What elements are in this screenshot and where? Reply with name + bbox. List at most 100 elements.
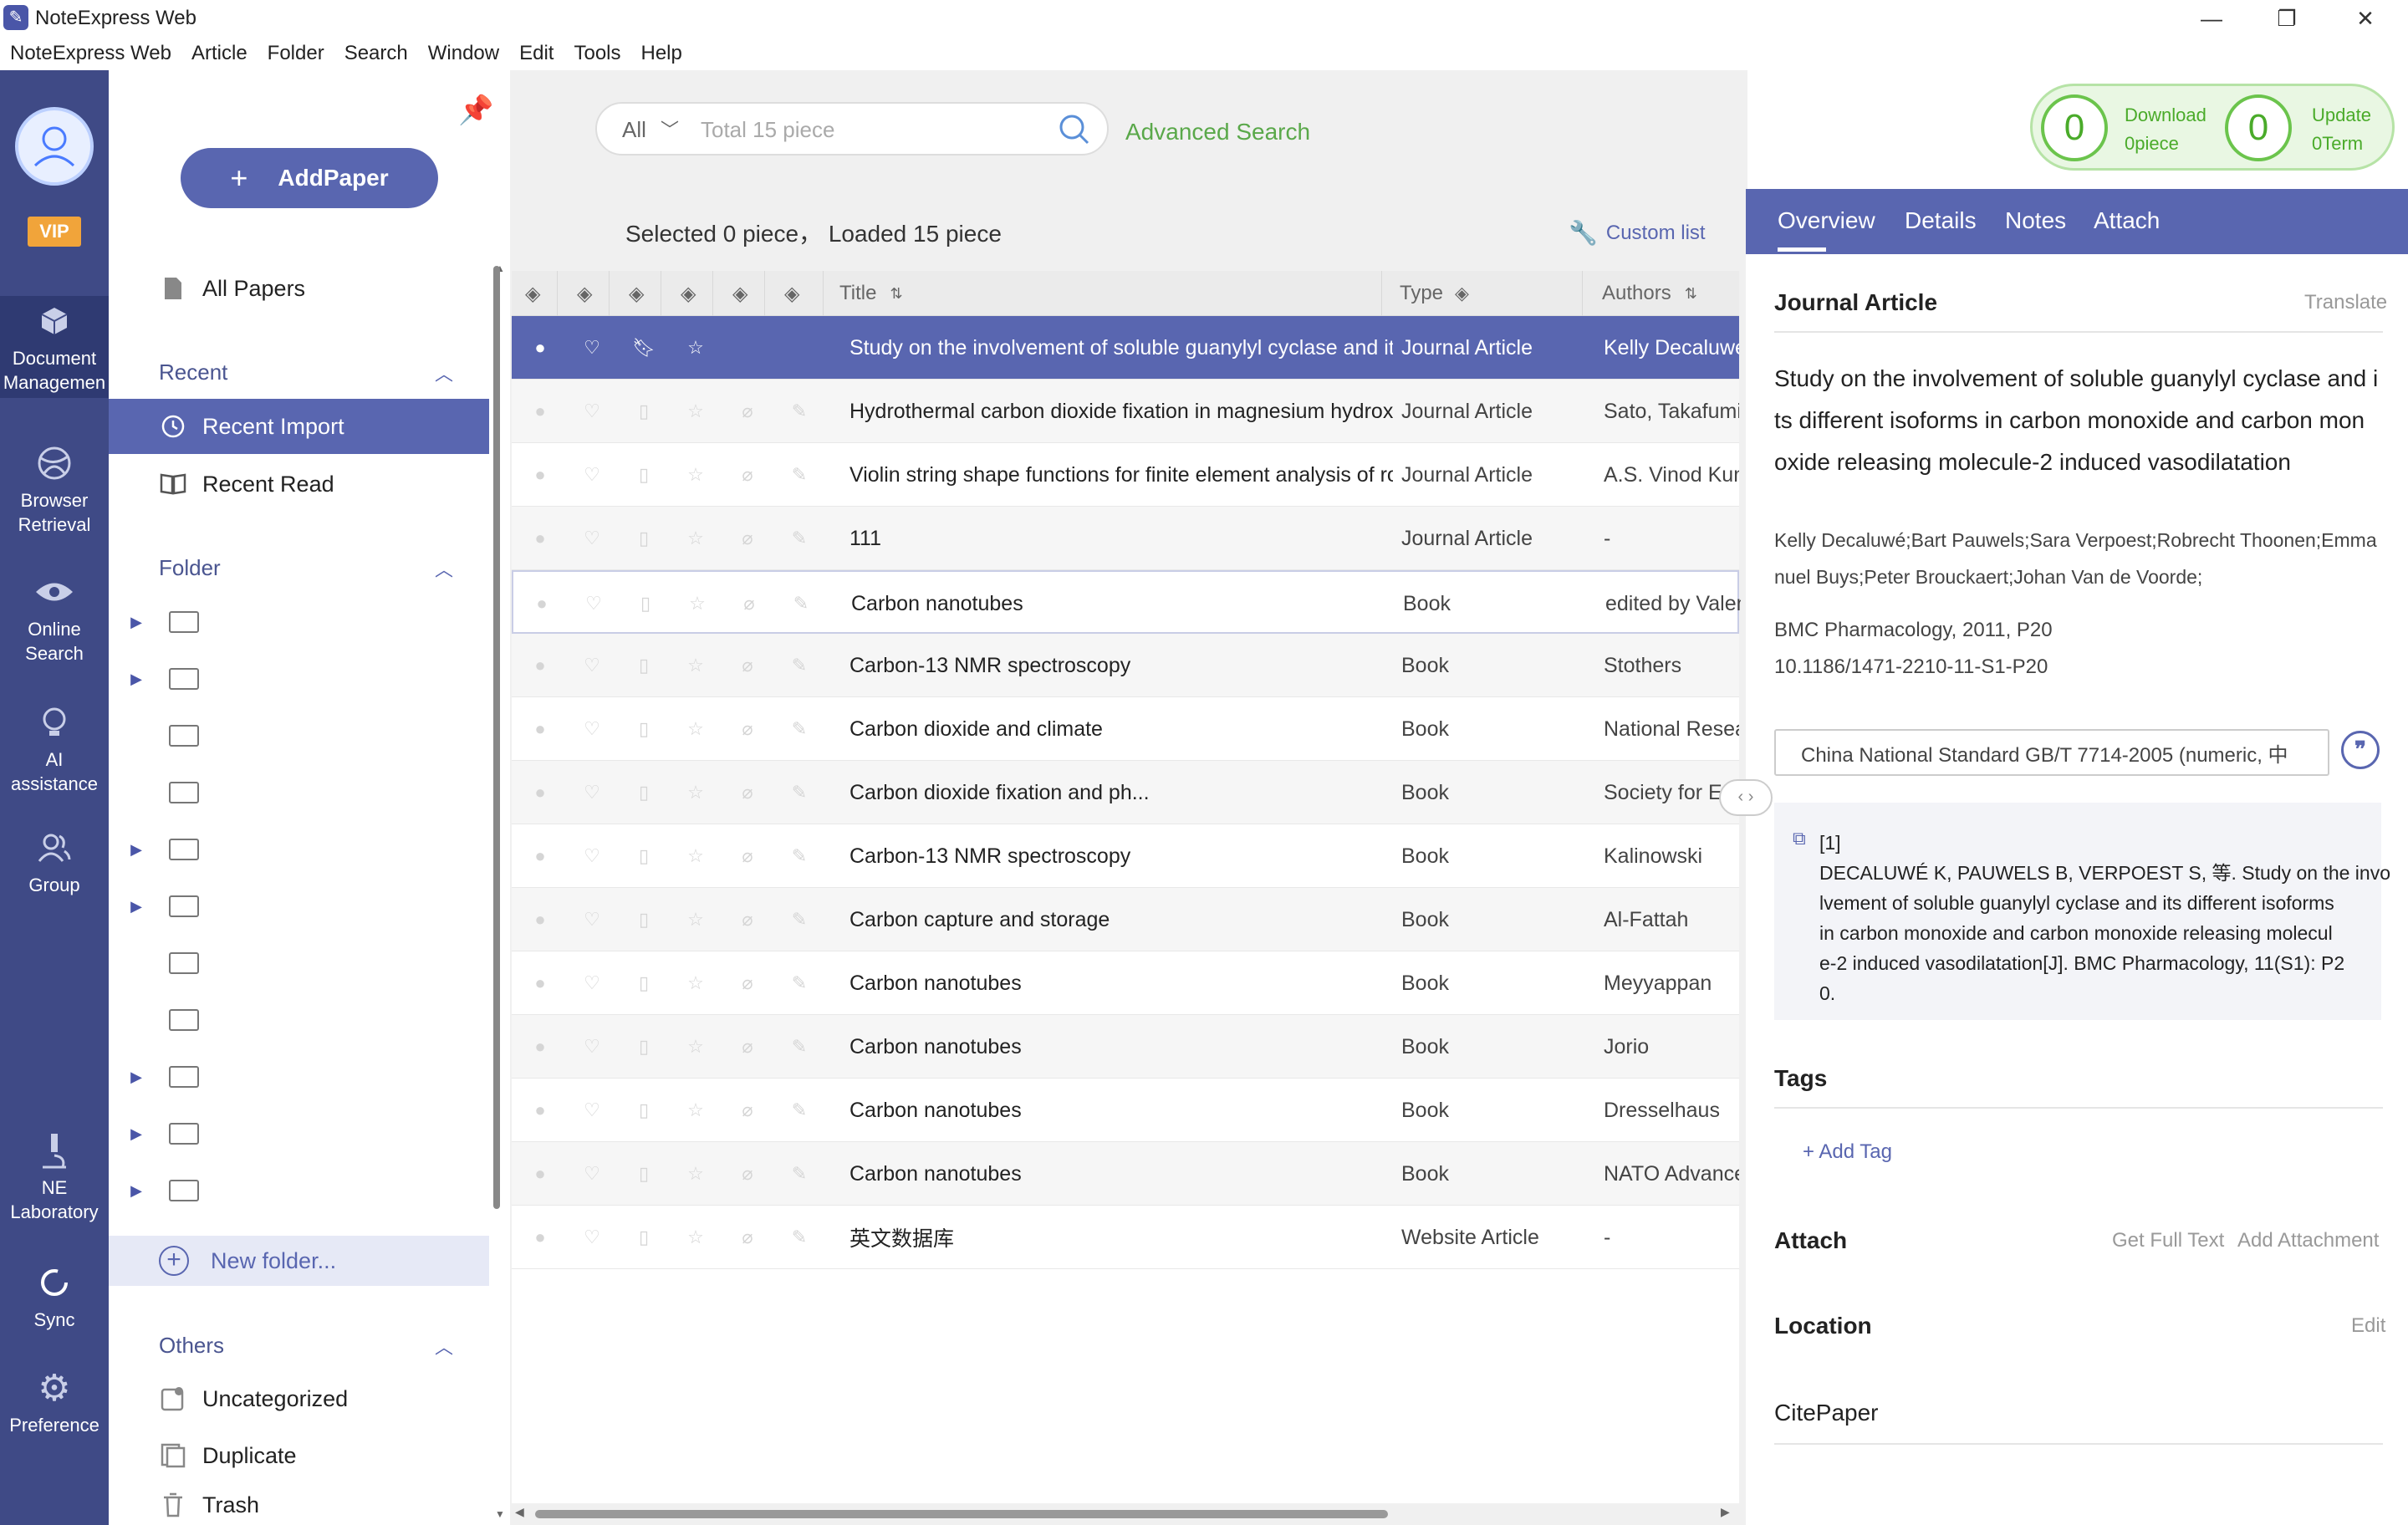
radio-icon[interactable]: ● <box>530 1036 550 1057</box>
expand-arrow-icon[interactable]: ▶ <box>124 1069 149 1086</box>
chevron-up-icon[interactable]: ︿ <box>435 360 453 386</box>
menu-search[interactable]: Search <box>344 42 408 65</box>
table-row[interactable]: ● ♡ 🔖︎ ☆ Study on the involvement of sol… <box>512 316 1739 380</box>
attachment-icon[interactable]: ⌀ <box>737 400 758 421</box>
attachment-icon[interactable]: ⌀ <box>737 1099 758 1120</box>
pencil-icon[interactable]: ✎ <box>789 1099 809 1120</box>
heart-icon[interactable]: ♡ <box>582 972 602 993</box>
stack-icon[interactable]: ◈ <box>681 271 696 316</box>
star-icon[interactable]: ☆ <box>687 593 707 614</box>
stack-icon[interactable]: ◈ <box>629 271 644 316</box>
heart-icon[interactable]: ♡ <box>582 655 602 676</box>
pencil-icon[interactable]: ✎ <box>789 464 809 485</box>
sort-icon[interactable]: ⇅ <box>890 285 902 303</box>
sidebar-item-recent-import[interactable]: Recent Import <box>109 399 489 454</box>
pencil-icon[interactable]: ✎ <box>789 1227 809 1247</box>
custom-list-button[interactable]: 🔧 Custom list <box>1569 219 1706 247</box>
table-row[interactable]: ● ♡ ▯ ☆ ⌀ ✎ Carbon nanotubes Book Jorio <box>512 1015 1739 1079</box>
stack-icon[interactable]: ◈ <box>1455 283 1469 304</box>
authors-column-header[interactable]: Authors ⇅ <box>1602 271 1697 316</box>
attachment-icon[interactable]: ⌀ <box>737 528 758 548</box>
star-icon[interactable]: ☆ <box>686 1163 706 1184</box>
bookmark-icon[interactable]: 🔖︎ <box>632 337 656 358</box>
bookmark-icon[interactable]: ▯ <box>634 845 654 866</box>
citation-style-select[interactable]: China National Standard GB/T 7714-2005 (… <box>1774 729 2329 776</box>
star-icon[interactable]: ☆ <box>686 909 706 930</box>
radio-icon[interactable]: ● <box>530 528 550 548</box>
attachment-icon[interactable]: ⌀ <box>737 1036 758 1057</box>
star-icon[interactable]: ☆ <box>686 528 706 548</box>
heart-icon[interactable]: ♡ <box>582 1036 602 1057</box>
radio-icon[interactable]: ● <box>530 845 550 866</box>
folder-row[interactable] <box>124 992 475 1048</box>
radio-icon[interactable]: ● <box>532 593 552 614</box>
attachment-icon[interactable]: ⌀ <box>739 593 759 614</box>
table-row[interactable]: ● ♡ ▯ ☆ ⌀ ✎ Carbon-13 NMR spectroscopy B… <box>512 824 1739 888</box>
chevron-up-icon[interactable]: ︿ <box>435 555 453 582</box>
quote-icon[interactable]: ❞ <box>2341 731 2380 769</box>
pencil-icon[interactable]: ✎ <box>789 400 809 421</box>
radio-icon[interactable]: ● <box>530 782 550 803</box>
table-row[interactable]: ● ♡ ▯ ☆ ⌀ ✎ Carbon dioxide fixation and … <box>512 761 1739 824</box>
sort-icon[interactable]: ⇅ <box>1685 285 1697 303</box>
stack-icon[interactable]: ◈ <box>577 271 592 316</box>
heart-icon[interactable]: ♡ <box>582 909 602 930</box>
folder-row[interactable]: ▶ <box>124 1048 475 1105</box>
sidebar-item-all-papers[interactable]: All Papers <box>109 261 489 316</box>
table-row[interactable]: ● ♡ ▯ ☆ ⌀ ✎ Hydrothermal carbon dioxide … <box>512 380 1739 443</box>
table-row[interactable]: ● ♡ ▯ ☆ ⌀ ✎ Carbon capture and storage B… <box>512 888 1739 951</box>
rail-browser-retrieval[interactable]: Browser Retrieval <box>0 438 109 538</box>
attachment-icon[interactable]: ⌀ <box>737 782 758 803</box>
menu-help[interactable]: Help <box>641 42 682 65</box>
table-row[interactable]: ● ♡ ▯ ☆ ⌀ ✎ Carbon nanotubes Book Meyyap… <box>512 951 1739 1015</box>
attachment-icon[interactable]: ⌀ <box>737 1227 758 1247</box>
pencil-icon[interactable]: ✎ <box>789 718 809 739</box>
heart-icon[interactable]: ♡ <box>582 1227 602 1247</box>
heart-icon[interactable]: ♡ <box>582 1163 602 1184</box>
bookmark-icon[interactable]: ▯ <box>634 464 654 485</box>
pencil-icon[interactable]: ✎ <box>789 909 809 930</box>
translate-link[interactable]: Translate <box>2304 291 2387 314</box>
star-icon[interactable]: ☆ <box>686 782 706 803</box>
star-icon[interactable]: ☆ <box>686 337 706 358</box>
avatar[interactable] <box>15 107 94 186</box>
folder-row[interactable]: ▶ <box>124 594 475 650</box>
tab-overview[interactable]: Overview <box>1778 207 1875 234</box>
radio-icon[interactable]: ● <box>530 400 550 421</box>
heart-icon[interactable]: ♡ <box>584 593 604 614</box>
add-paper-button[interactable]: + AddPaper <box>181 148 438 208</box>
pencil-icon[interactable]: ✎ <box>789 1036 809 1057</box>
sidebar-scrollbar[interactable] <box>493 266 500 1209</box>
attachment-icon[interactable]: ⌀ <box>737 909 758 930</box>
sidebar-item-duplicate[interactable]: Duplicate <box>109 1428 489 1483</box>
rail-sync[interactable]: Sync <box>0 1257 109 1341</box>
bookmark-icon[interactable]: ▯ <box>634 655 654 676</box>
menu-window[interactable]: Window <box>428 42 499 65</box>
attachment-icon[interactable]: ⌀ <box>737 655 758 676</box>
title-column-header[interactable]: Title ⇅ <box>839 271 903 316</box>
pin-icon[interactable]: 📌 <box>458 94 493 127</box>
chevron-down-icon[interactable]: ﹀ <box>661 115 679 142</box>
bookmark-icon[interactable]: ▯ <box>635 593 656 614</box>
heart-icon[interactable]: ♡ <box>582 528 602 548</box>
pencil-icon[interactable]: ✎ <box>789 655 809 676</box>
edit-location-link[interactable]: Edit <box>2351 1314 2385 1338</box>
expand-arrow-icon[interactable]: ▶ <box>124 841 149 859</box>
heart-icon[interactable]: ♡ <box>582 845 602 866</box>
menu-edit[interactable]: Edit <box>519 42 554 65</box>
table-row[interactable]: ● ♡ ▯ ☆ ⌀ ✎ Carbon nanotubes Book Dresse… <box>512 1079 1739 1142</box>
tab-attach[interactable]: Attach <box>2094 207 2160 234</box>
radio-icon[interactable]: ● <box>530 909 550 930</box>
expand-arrow-icon[interactable]: ▶ <box>124 1182 149 1200</box>
folder-row[interactable] <box>124 707 475 764</box>
radio-icon[interactable]: ● <box>530 464 550 485</box>
update-count[interactable]: 0 <box>2225 94 2292 161</box>
expand-arrow-icon[interactable]: ▶ <box>124 614 149 631</box>
rail-ai-assistance[interactable]: AI assistance <box>0 697 109 794</box>
bookmark-icon[interactable]: ▯ <box>634 909 654 930</box>
table-horizontal-scrollbar[interactable] <box>535 1510 1388 1518</box>
pencil-icon[interactable]: ✎ <box>789 845 809 866</box>
search-input[interactable]: Total 15 piece <box>701 117 834 143</box>
attachment-icon[interactable]: ⌀ <box>737 1163 758 1184</box>
rail-online-search[interactable]: Online Search <box>0 567 109 667</box>
